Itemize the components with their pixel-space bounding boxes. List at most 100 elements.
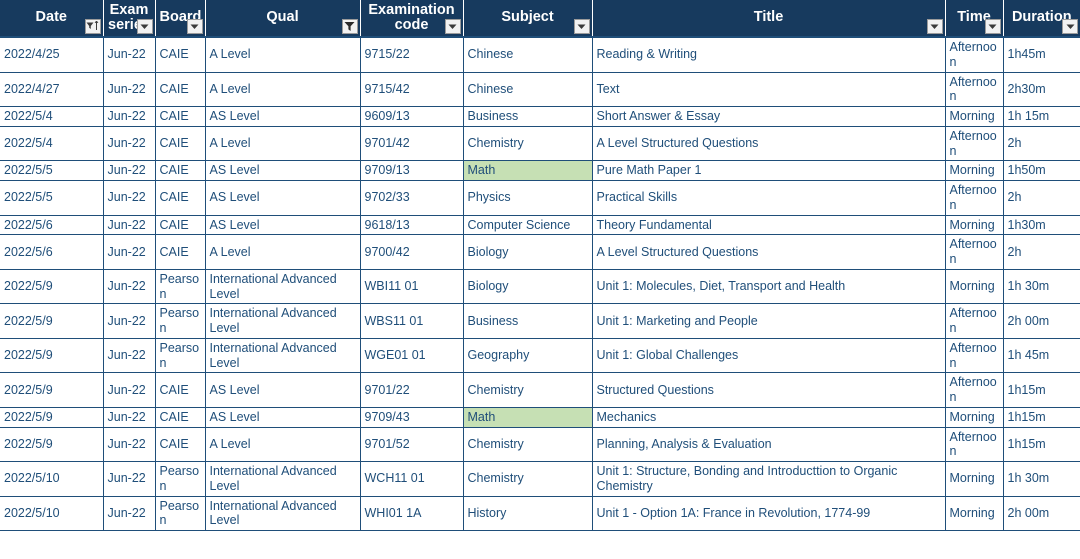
cell-code[interactable]: 9701/42 bbox=[360, 126, 464, 162]
cell-duration[interactable]: 1h15m bbox=[1003, 427, 1080, 462]
cell-title[interactable]: Text bbox=[592, 72, 946, 107]
cell-board[interactable]: CAIE bbox=[155, 234, 206, 270]
cell-board[interactable]: CAIE bbox=[155, 126, 206, 162]
cell-time[interactable]: Morning bbox=[945, 160, 1004, 181]
cell-title[interactable]: A Level Structured Questions bbox=[592, 126, 946, 162]
cell-qual[interactable]: AS Level bbox=[205, 215, 361, 236]
column-header-series[interactable]: Exam series bbox=[103, 0, 156, 38]
cell-series[interactable]: Jun-22 bbox=[103, 215, 156, 236]
column-header-subject[interactable]: Subject bbox=[463, 0, 593, 38]
cell-subject[interactable]: Business bbox=[463, 303, 593, 339]
column-header-date[interactable]: Date bbox=[0, 0, 104, 38]
filter-dropdown-button-board[interactable] bbox=[186, 19, 203, 34]
cell-date[interactable]: 2022/5/6 bbox=[0, 234, 104, 270]
cell-duration[interactable]: 1h 30m bbox=[1003, 269, 1080, 305]
cell-series[interactable]: Jun-22 bbox=[103, 106, 156, 127]
cell-series[interactable]: Jun-22 bbox=[103, 126, 156, 162]
cell-series[interactable]: Jun-22 bbox=[103, 160, 156, 181]
cell-qual[interactable]: A Level bbox=[205, 72, 361, 107]
cell-date[interactable]: 2022/5/10 bbox=[0, 496, 104, 531]
cell-time[interactable]: Afternoon bbox=[945, 126, 1004, 162]
cell-series[interactable]: Jun-22 bbox=[103, 234, 156, 270]
cell-subject[interactable]: Chemistry bbox=[463, 126, 593, 162]
cell-date[interactable]: 2022/4/25 bbox=[0, 37, 104, 73]
cell-date[interactable]: 2022/5/5 bbox=[0, 180, 104, 216]
cell-subject[interactable]: Business bbox=[463, 106, 593, 127]
cell-time[interactable]: Afternoon bbox=[945, 372, 1004, 408]
cell-duration[interactable]: 2h30m bbox=[1003, 72, 1080, 107]
cell-duration[interactable]: 2h bbox=[1003, 234, 1080, 270]
cell-board[interactable]: Pearson bbox=[155, 496, 206, 531]
cell-code[interactable]: WHI01 1A bbox=[360, 496, 464, 531]
column-header-code[interactable]: Examination code bbox=[360, 0, 464, 38]
cell-title[interactable]: Mechanics bbox=[592, 407, 946, 428]
cell-time[interactable]: Afternoon bbox=[945, 37, 1004, 73]
cell-date[interactable]: 2022/5/6 bbox=[0, 215, 104, 236]
cell-qual[interactable]: AS Level bbox=[205, 106, 361, 127]
cell-code[interactable]: WGE01 01 bbox=[360, 338, 464, 374]
table-row[interactable]: 2022/5/9 Jun-22 CAIE AS Level 9709/43 Math Mec… bbox=[0, 407, 1080, 428]
cell-board[interactable]: CAIE bbox=[155, 37, 206, 73]
cell-series[interactable]: Jun-22 bbox=[103, 407, 156, 428]
cell-board[interactable]: Pearson bbox=[155, 338, 206, 374]
cell-qual[interactable]: International Advanced Level bbox=[205, 269, 361, 305]
cell-title[interactable]: Unit 1: Molecules, Diet, Transport and H… bbox=[592, 269, 946, 305]
cell-board[interactable]: CAIE bbox=[155, 72, 206, 107]
cell-code[interactable]: 9702/33 bbox=[360, 180, 464, 216]
cell-qual[interactable]: A Level bbox=[205, 126, 361, 162]
cell-title[interactable]: Unit 1: Structure, Bonding and Introduct… bbox=[592, 461, 946, 497]
cell-title[interactable]: Reading & Writing bbox=[592, 37, 946, 73]
cell-subject[interactable]: Chinese bbox=[463, 72, 593, 107]
table-row[interactable]: 2022/5/9 Jun-22 Pearson International Advan… bbox=[0, 338, 1080, 374]
cell-date[interactable]: 2022/5/9 bbox=[0, 269, 104, 305]
cell-series[interactable]: Jun-22 bbox=[103, 180, 156, 216]
cell-time[interactable]: Morning bbox=[945, 106, 1004, 127]
cell-code[interactable]: 9618/13 bbox=[360, 215, 464, 236]
cell-board[interactable]: CAIE bbox=[155, 215, 206, 236]
cell-title[interactable]: Theory Fundamental bbox=[592, 215, 946, 236]
filter-dropdown-button-qual[interactable] bbox=[341, 19, 358, 34]
cell-board[interactable]: CAIE bbox=[155, 180, 206, 216]
table-row[interactable]: 2022/4/25 Jun-22 CAIE A Level 9715/22 Chinese… bbox=[0, 37, 1080, 73]
cell-title[interactable]: Planning, Analysis & Evaluation bbox=[592, 427, 946, 462]
filter-dropdown-button-duration[interactable] bbox=[1062, 19, 1078, 34]
cell-title[interactable]: Structured Questions bbox=[592, 372, 946, 408]
cell-time[interactable]: Afternoon bbox=[945, 180, 1004, 216]
cell-subject[interactable]: Computer Science bbox=[463, 215, 593, 236]
cell-date[interactable]: 2022/5/9 bbox=[0, 372, 104, 408]
cell-subject[interactable]: Math bbox=[463, 160, 593, 181]
cell-series[interactable]: Jun-22 bbox=[103, 269, 156, 305]
cell-code[interactable]: 9709/13 bbox=[360, 160, 464, 181]
cell-qual[interactable]: International Advanced Level bbox=[205, 338, 361, 374]
cell-time[interactable]: Afternoon bbox=[945, 303, 1004, 339]
cell-code[interactable]: 9715/42 bbox=[360, 72, 464, 107]
cell-date[interactable]: 2022/5/5 bbox=[0, 160, 104, 181]
cell-code[interactable]: WBS11 01 bbox=[360, 303, 464, 339]
column-header-board[interactable]: Board bbox=[155, 0, 206, 38]
cell-qual[interactable]: International Advanced Level bbox=[205, 461, 361, 497]
table-row[interactable]: 2022/4/27 Jun-22 CAIE A Level 9715/42 Chinese… bbox=[0, 72, 1080, 107]
cell-qual[interactable]: A Level bbox=[205, 427, 361, 462]
cell-subject[interactable]: Biology bbox=[463, 269, 593, 305]
table-row[interactable]: 2022/5/4 Jun-22 CAIE AS Level 9609/13 Busines… bbox=[0, 106, 1080, 127]
cell-duration[interactable]: 2h bbox=[1003, 126, 1080, 162]
cell-time[interactable]: Morning bbox=[945, 461, 1004, 497]
cell-code[interactable]: 9701/52 bbox=[360, 427, 464, 462]
column-header-time[interactable]: Time bbox=[945, 0, 1004, 38]
cell-series[interactable]: Jun-22 bbox=[103, 303, 156, 339]
column-header-title[interactable]: Title bbox=[592, 0, 946, 38]
cell-date[interactable]: 2022/5/10 bbox=[0, 461, 104, 497]
table-row[interactable]: 2022/5/5 Jun-22 CAIE AS Level 9702/33 Physics… bbox=[0, 180, 1080, 216]
cell-series[interactable]: Jun-22 bbox=[103, 461, 156, 497]
cell-time[interactable]: Afternoon bbox=[945, 338, 1004, 374]
cell-title[interactable]: A Level Structured Questions bbox=[592, 234, 946, 270]
cell-series[interactable]: Jun-22 bbox=[103, 496, 156, 531]
cell-duration[interactable]: 1h45m bbox=[1003, 37, 1080, 73]
cell-title[interactable]: Pure Math Paper 1 bbox=[592, 160, 946, 181]
cell-title[interactable]: Practical Skills bbox=[592, 180, 946, 216]
cell-series[interactable]: Jun-22 bbox=[103, 372, 156, 408]
cell-qual[interactable]: A Level bbox=[205, 234, 361, 270]
cell-duration[interactable]: 1h15m bbox=[1003, 372, 1080, 408]
cell-date[interactable]: 2022/5/9 bbox=[0, 338, 104, 374]
cell-series[interactable]: Jun-22 bbox=[103, 338, 156, 374]
